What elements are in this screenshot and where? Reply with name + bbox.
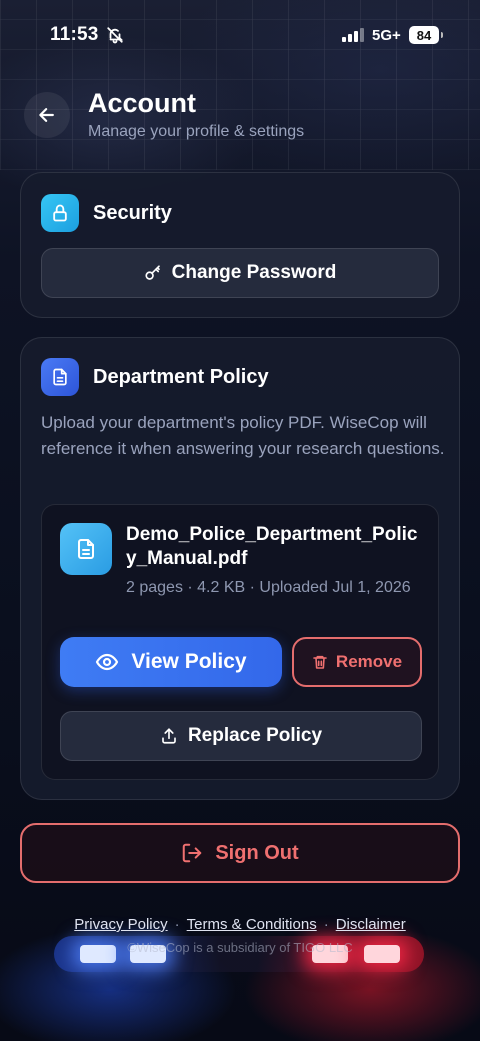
- department-policy-card: Department Policy Upload your department…: [20, 337, 460, 800]
- footer-separator: ·: [323, 916, 329, 933]
- disclaimer-link[interactable]: Disclaimer: [336, 916, 406, 933]
- lock-icon: [41, 194, 79, 232]
- upload-icon: [162, 728, 176, 744]
- security-title: Security: [93, 201, 172, 224]
- log-out-icon: [183, 843, 202, 863]
- replace-policy-label: Replace Policy: [187, 725, 323, 746]
- trash-icon: [313, 655, 327, 669]
- battery-level: 84: [416, 27, 432, 43]
- footer-links: Privacy Policy · Terms & Conditions · Di…: [0, 916, 480, 933]
- cellular-signal-icon: [342, 28, 364, 42]
- key-icon: [145, 265, 160, 280]
- bell-muted-icon: [107, 27, 124, 44]
- terms-link[interactable]: Terms & Conditions: [187, 916, 317, 933]
- status-time: 11:53: [50, 24, 99, 45]
- file-name: Demo_Police_Department_Policy_Manual.pdf: [126, 524, 418, 569]
- policy-description: Upload your department's policy PDF. Wis…: [41, 413, 445, 458]
- arrow-left-icon: [39, 108, 54, 122]
- policy-title: Department Policy: [93, 365, 269, 388]
- eye-icon: [96, 653, 119, 671]
- replace-policy-button[interactable]: Replace Policy: [60, 711, 422, 761]
- document-icon: [41, 358, 79, 396]
- battery-icon: 84: [409, 26, 443, 44]
- security-card: Security Change Password: [20, 172, 460, 318]
- network-type: 5G+: [372, 27, 401, 44]
- privacy-policy-link[interactable]: Privacy Policy: [74, 916, 167, 933]
- remove-button[interactable]: Remove: [292, 637, 422, 687]
- security-header: Security: [41, 194, 172, 232]
- policy-file-card: Demo_Police_Department_Policy_Manual.pdf…: [41, 504, 439, 780]
- remove-label: Remove: [335, 652, 403, 671]
- page-subtitle: Manage your profile & settings: [88, 123, 305, 140]
- sign-out-label: Sign Out: [215, 841, 299, 864]
- change-password-button[interactable]: Change Password: [41, 248, 439, 298]
- change-password-label: Change Password: [171, 262, 337, 283]
- view-policy-button[interactable]: View Policy: [60, 637, 282, 687]
- footer-separator: ·: [174, 916, 180, 933]
- back-button[interactable]: [24, 92, 70, 138]
- page-title: Account: [88, 88, 196, 118]
- file-meta: 2 pages · 4.2 KB · Uploaded Jul 1, 2026: [126, 579, 411, 596]
- policy-header: Department Policy: [41, 358, 269, 396]
- file-icon: [60, 523, 112, 575]
- footer-copyright: ©WiseCop is a subsidiary of TIGO LLC: [127, 940, 353, 955]
- status-bar: 11:53 5G+ 84: [0, 22, 480, 50]
- sign-out-button[interactable]: Sign Out: [20, 823, 460, 883]
- view-policy-label: View Policy: [131, 650, 247, 673]
